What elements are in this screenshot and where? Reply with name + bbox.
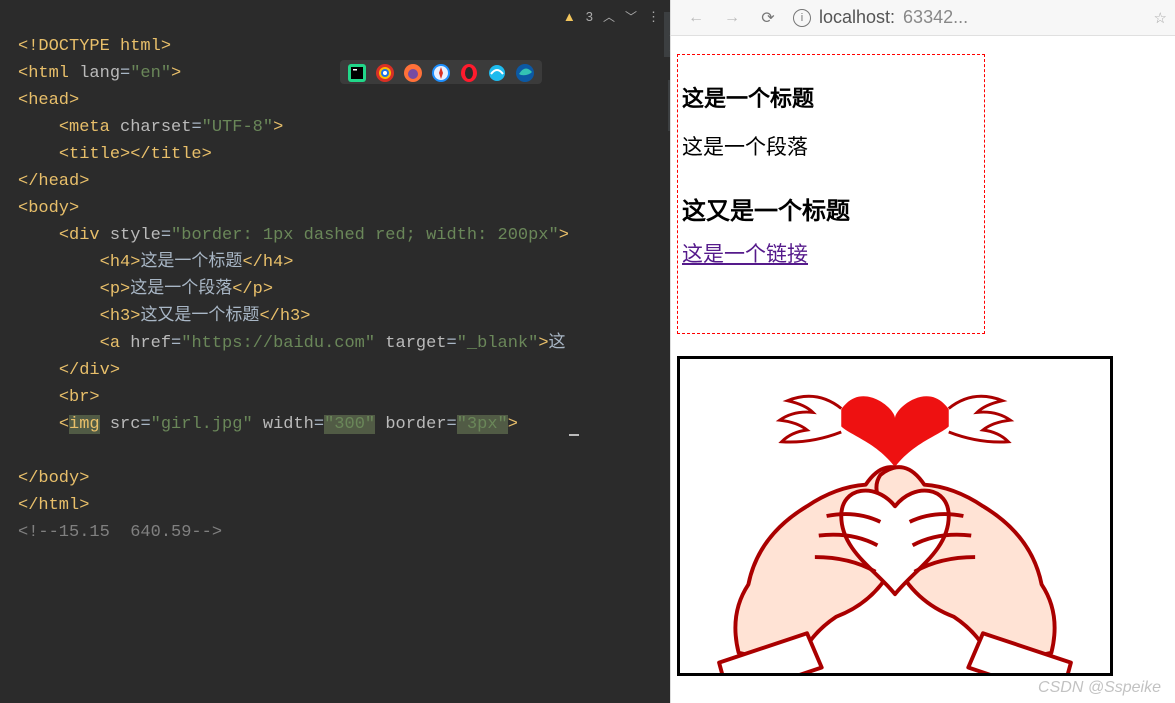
more-menu-icon[interactable]: ⋮ xyxy=(647,9,662,25)
watermark: CSDN @Sspeike xyxy=(1038,679,1161,697)
edge-icon[interactable] xyxy=(516,64,534,82)
warning-count: 3 xyxy=(586,9,593,24)
ie-icon[interactable] xyxy=(488,64,506,82)
back-button[interactable]: ← xyxy=(685,9,707,27)
firefox-icon[interactable] xyxy=(404,64,422,82)
chrome-icon[interactable] xyxy=(376,64,394,82)
editor-inspections: ▲ 3 ︿ ﹀ ⋮ xyxy=(563,8,662,25)
page-image xyxy=(677,356,1113,676)
address-host: localhost: xyxy=(819,7,895,28)
code-comment: <!--15.15 640.59--> xyxy=(18,523,222,542)
browser-preview-pane: ← → ⟳ i localhost: 63342... ☆ 这是一个标题 这是一个… xyxy=(670,0,1175,703)
page-heading-h4: 这是一个标题 xyxy=(682,81,980,113)
open-in-browser-toolbar xyxy=(340,60,542,84)
opera-icon[interactable] xyxy=(460,64,478,82)
page-link[interactable]: 这是一个链接 xyxy=(682,243,808,266)
code-editor-pane: ▲ 3 ︿ ﹀ ⋮ 数据库 SciView <!DOCTYPE html> <h… xyxy=(0,0,670,703)
browser-toolbar: ← → ⟳ i localhost: 63342... ☆ xyxy=(671,0,1175,36)
dashed-container: 这是一个标题 这是一个段落 这又是一个标题 这是一个链接 xyxy=(677,54,985,334)
reload-button[interactable]: ⟳ xyxy=(757,8,779,28)
bookmark-icon[interactable]: ☆ xyxy=(1154,9,1167,27)
rendered-page: 这是一个标题 这是一个段落 这又是一个标题 这是一个链接 xyxy=(671,36,1175,696)
forward-button[interactable]: → xyxy=(721,9,743,27)
pycharm-icon[interactable] xyxy=(348,64,366,82)
site-info-icon[interactable]: i xyxy=(793,9,811,27)
heart-hands-illustration xyxy=(680,359,1110,673)
warning-icon: ▲ xyxy=(563,9,576,24)
code-area[interactable]: <!DOCTYPE html> <html lang="en"> <head> … xyxy=(0,0,670,579)
safari-icon[interactable] xyxy=(432,64,450,82)
chevron-down-icon[interactable]: ﹀ xyxy=(625,8,637,25)
code-line: <!DOCTYPE html> xyxy=(18,37,171,56)
page-heading-h3: 这又是一个标题 xyxy=(682,191,980,226)
address-bar[interactable]: i localhost: 63342... xyxy=(793,7,1134,28)
chevron-up-icon[interactable]: ︿ xyxy=(603,8,615,25)
page-paragraph: 这是一个段落 xyxy=(682,131,980,161)
address-port: 63342... xyxy=(903,7,968,28)
